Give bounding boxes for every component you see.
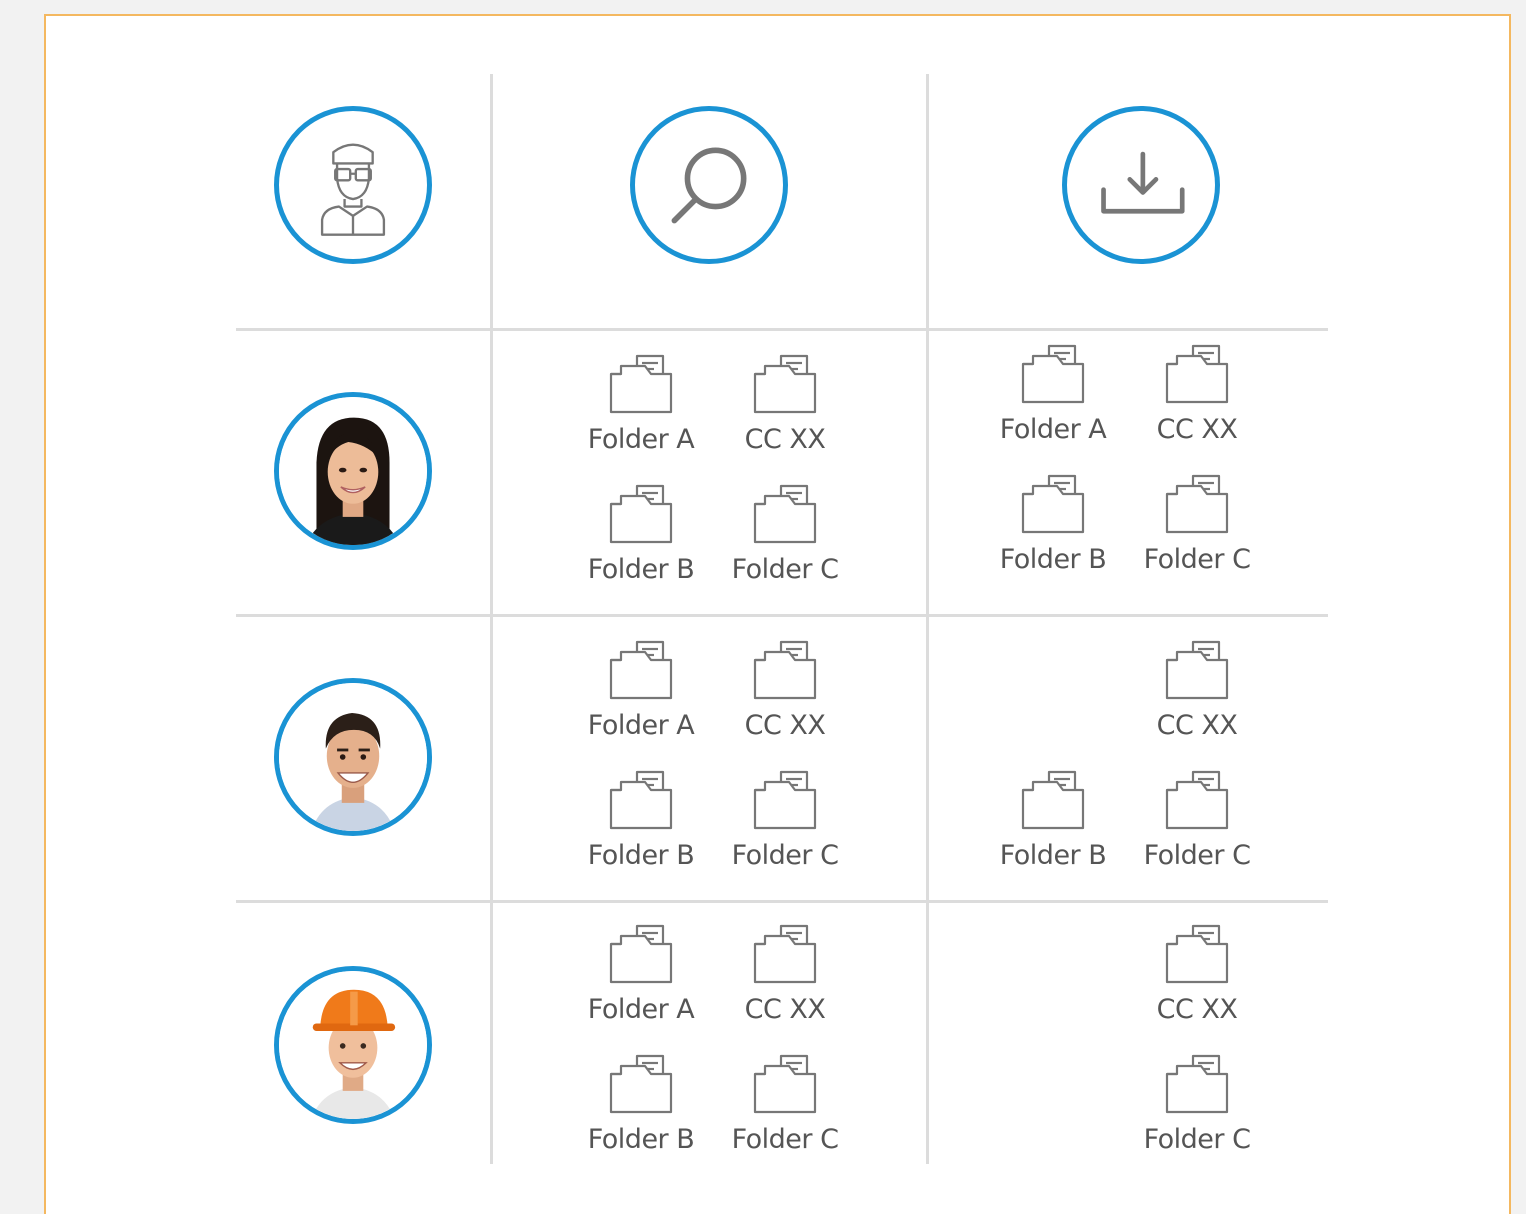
folder-icon (753, 354, 817, 414)
search-icon (630, 106, 788, 264)
folder-icon (609, 924, 673, 984)
folder-folder-b-view-row2[interactable]: Folder B (582, 768, 700, 894)
folder-icon (753, 484, 817, 544)
folder-icon (1165, 640, 1229, 700)
folder-folder-b-view-row1[interactable]: Folder B (582, 482, 700, 608)
folder-label: Folder C (731, 1124, 839, 1155)
folder-label: Folder C (1143, 544, 1251, 575)
folder-folder-b-download-row2[interactable]: Folder B (994, 768, 1112, 894)
folder-label: Folder B (999, 840, 1107, 871)
folder-icon (1165, 1054, 1229, 1114)
folder-icon (1165, 344, 1229, 404)
avatar-worker-hardhat (274, 966, 432, 1124)
folder-label: Folder A (587, 710, 695, 741)
folder-label: CC XX (744, 424, 826, 455)
folder-label: CC XX (744, 994, 826, 1025)
grid-line-horizontal-3 (236, 900, 1328, 903)
folder-folder-a-view-row3[interactable]: Folder A (582, 922, 700, 1048)
folder-folder-a-view-row1[interactable]: Folder A (582, 352, 700, 478)
folder-icon (609, 770, 673, 830)
folder-icon (753, 770, 817, 830)
folder-folder-b-view-row3[interactable]: Folder B (582, 1052, 700, 1178)
folder-label: CC XX (1156, 994, 1238, 1025)
avatar-woman (274, 392, 432, 550)
folder-icon (753, 924, 817, 984)
folder-cc-xx-download-row3[interactable]: CC XX (1138, 922, 1256, 1048)
folder-folder-c-view-row3[interactable]: Folder C (726, 1052, 844, 1178)
folder-label: Folder C (1143, 840, 1251, 871)
folder-label: Folder C (731, 554, 839, 585)
folder-icon (753, 640, 817, 700)
folder-label: Folder A (587, 994, 695, 1025)
folder-icon (609, 354, 673, 414)
folder-folder-c-download-row1[interactable]: Folder C (1138, 472, 1256, 598)
folder-folder-c-view-row2[interactable]: Folder C (726, 768, 844, 894)
folder-icon (609, 640, 673, 700)
folder-cc-xx-view-row2[interactable]: CC XX (726, 638, 844, 764)
download-icon (1062, 106, 1220, 264)
folder-icon (753, 1054, 817, 1114)
folder-label: Folder B (587, 1124, 695, 1155)
folder-icon (1021, 474, 1085, 534)
grid-line-vertical-2 (926, 74, 929, 1164)
avatar-man (274, 678, 432, 836)
grid-line-vertical-1 (490, 74, 493, 1164)
folder-label: Folder A (999, 414, 1107, 445)
folder-cc-xx-view-row3[interactable]: CC XX (726, 922, 844, 1048)
folder-icon (1021, 770, 1085, 830)
folder-label: CC XX (1156, 414, 1238, 445)
folder-icon (1021, 344, 1085, 404)
folder-label: Folder B (999, 544, 1107, 575)
folder-label: Folder B (587, 554, 695, 585)
grid-line-horizontal-1 (236, 328, 1328, 331)
folder-icon (609, 484, 673, 544)
folder-folder-a-view-row2[interactable]: Folder A (582, 638, 700, 764)
folder-label: Folder C (1143, 1124, 1251, 1155)
folder-folder-c-download-row2[interactable]: Folder C (1138, 768, 1256, 894)
folder-folder-c-download-row3[interactable]: Folder C (1138, 1052, 1256, 1178)
grid-line-horizontal-2 (236, 614, 1328, 617)
folder-folder-b-download-row1[interactable]: Folder B (994, 472, 1112, 598)
folder-label: Folder B (587, 840, 695, 871)
user-icon (274, 106, 432, 264)
folder-icon (1165, 474, 1229, 534)
folder-label: CC XX (744, 710, 826, 741)
folder-icon (1165, 770, 1229, 830)
folder-label: Folder C (731, 840, 839, 871)
permissions-matrix: Folder A CC XX Folder B Folder C Folder A CC … (44, 14, 1511, 1214)
folder-icon (1165, 924, 1229, 984)
folder-label: CC XX (1156, 710, 1238, 741)
folder-folder-c-view-row1[interactable]: Folder C (726, 482, 844, 608)
folder-cc-xx-download-row2[interactable]: CC XX (1138, 638, 1256, 764)
folder-cc-xx-view-row1[interactable]: CC XX (726, 352, 844, 478)
folder-label: Folder A (587, 424, 695, 455)
folder-cc-xx-download-row1[interactable]: CC XX (1138, 342, 1256, 468)
folder-folder-a-download-row1[interactable]: Folder A (994, 342, 1112, 468)
folder-icon (609, 1054, 673, 1114)
